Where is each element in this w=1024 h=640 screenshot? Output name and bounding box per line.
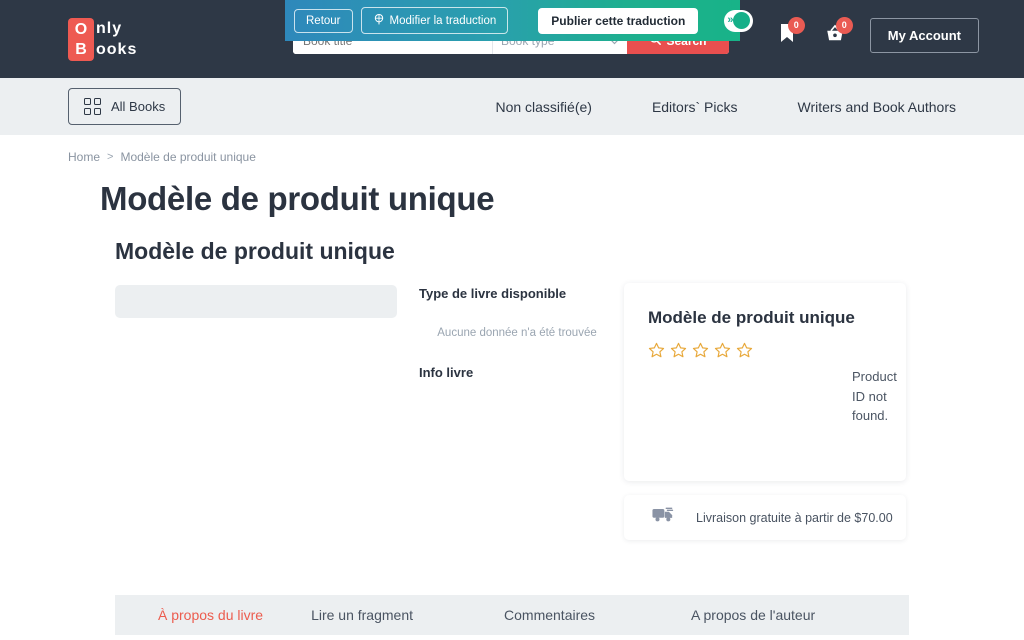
grid-icon [84,98,101,115]
delivery-truck-icon [652,507,674,528]
translation-toggle[interactable]: » [724,9,754,32]
product-image-placeholder [115,285,397,318]
header-actions: 0 0 My Account [770,16,1024,53]
star-icon[interactable] [692,342,709,359]
nav-link-uncategorized[interactable]: Non classifié(e) [495,99,591,115]
product-tabs: À propos du livre Lire un fragment Comme… [115,595,909,635]
product-card: Modèle de produit unique Product ID not … [624,283,906,481]
logo-mark: O B [68,18,94,61]
all-books-button[interactable]: All Books [68,88,182,125]
nav-links: Non classifié(e) Editors` Picks Writers … [495,99,1024,115]
toggle-knob [733,12,751,29]
edit-translation-label: Modifier la traduction [389,14,497,27]
tab-about-author[interactable]: A propos de l'auteur [691,607,815,623]
edit-translation-button[interactable]: Modifier la traduction [360,7,509,34]
breadcrumb: Home > Modèle de produit unique [68,150,256,164]
product-card-title: Modèle de produit unique [648,308,855,327]
star-icon[interactable] [736,342,753,359]
publish-translation-button[interactable]: Publier cette traduction [538,7,699,34]
tab-comments[interactable]: Commentaires [504,607,595,623]
star-icon[interactable] [714,342,731,359]
main-navbar: All Books Non classifié(e) Editors` Pick… [0,78,1024,135]
nav-link-editors-picks[interactable]: Editors` Picks [652,99,738,115]
logo-letter-o: O [74,20,88,38]
shipping-text: Livraison gratuite à partir de $70.00 [696,510,893,525]
site-logo[interactable]: O B nly ooks [68,18,137,61]
page-title: Modèle de produit unique [100,180,495,217]
my-account-button[interactable]: My Account [869,18,979,53]
logo-letter-b: B [75,40,87,58]
product-meta-column: Type de livre disponible Aucune donnée n… [419,286,615,380]
no-data-message: Aucune donnée n'a été trouvée [437,327,597,339]
translation-toolbar: Retour Modifier la traduction Publier ce… [285,0,754,41]
star-icon[interactable] [670,342,687,359]
nav-link-writers-authors[interactable]: Writers and Book Authors [798,99,956,115]
page-root: O B nly ooks Book type Search [0,0,1024,640]
breadcrumb-current: Modèle de produit unique [120,150,256,164]
logo-word-books: ooks [96,41,138,58]
back-button-label: Retour [306,14,341,27]
cart-button[interactable]: 0 [818,16,853,53]
book-info-label: Info livre [419,365,474,380]
book-type-label: Type de livre disponible [419,286,567,301]
back-button[interactable]: Retour [294,8,353,33]
logo-wordmark: nly ooks [96,18,137,60]
shipping-notice: Livraison gratuite à partir de $70.00 [624,495,906,540]
wishlist-count-badge: 0 [787,16,805,34]
all-books-label: All Books [111,99,166,114]
translate-globe-icon [373,13,385,28]
tab-about-book[interactable]: À propos du livre [158,607,263,623]
star-icon[interactable] [648,342,665,359]
breadcrumb-separator-icon: > [107,151,114,163]
breadcrumb-home[interactable]: Home [68,150,100,164]
cart-count-badge: 0 [835,16,853,34]
product-title: Modèle de produit unique [115,238,395,264]
rating-stars[interactable] [648,342,882,359]
product-id-error: Product ID not found. [852,369,897,423]
logo-word-only: nly [96,20,123,37]
tab-read-fragment[interactable]: Lire un fragment [311,607,413,623]
wishlist-button[interactable]: 0 [770,16,805,53]
